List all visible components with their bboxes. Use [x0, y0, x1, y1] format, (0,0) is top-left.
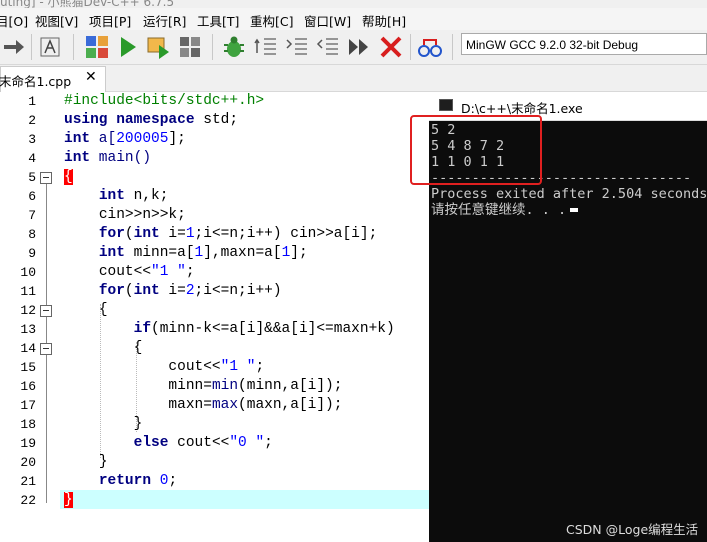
line-number: 9	[28, 246, 36, 261]
editor-tab-bar: 末命名1.cpp ✕	[0, 65, 707, 92]
toolbar-separator	[73, 34, 74, 60]
toggle-comment-icon[interactable]	[316, 35, 340, 59]
arrow-right-icon[interactable]	[2, 35, 26, 59]
menu-item-refactor[interactable]: 重构[C]	[250, 11, 293, 30]
menu-item-tools[interactable]: 工具[T]	[197, 11, 239, 30]
line-number: 15	[20, 360, 36, 375]
code-line-4: int main()	[64, 150, 152, 166]
menu-item-view[interactable]: 视图[V]	[35, 11, 78, 30]
code-line-21: return 0;	[98, 473, 178, 489]
unindent-icon[interactable]	[285, 35, 309, 59]
code-line-1: #include<bits/stdc++.h>	[64, 93, 265, 109]
fold-toggle-main[interactable]	[40, 172, 52, 184]
code-line-2: using namespace std;	[64, 112, 239, 128]
profile-icon[interactable]	[418, 35, 442, 59]
toolbar-separator	[452, 34, 453, 60]
debug-icon[interactable]	[222, 35, 246, 59]
window-titlebar: uting] - 小熊猫Dev-C++ 6.7.5	[0, 0, 707, 8]
line-number: 18	[20, 417, 36, 432]
run-icon[interactable]	[116, 35, 140, 59]
line-number: 7	[28, 208, 36, 223]
fold-toggle-if[interactable]	[40, 343, 52, 355]
line-number: 16	[20, 379, 36, 394]
indent-icon[interactable]	[254, 35, 278, 59]
code-line-17: maxn=max(maxn,a[i]);	[168, 397, 343, 413]
code-editor[interactable]: #include<bits/stdc++.h> using namespace …	[60, 92, 429, 542]
code-line-3: int a[200005];	[64, 131, 186, 147]
line-number: 17	[20, 398, 36, 413]
menu-item-project[interactable]: 项目[P]	[89, 11, 131, 30]
code-line-12: {	[98, 302, 108, 318]
code-line-9: int minn=a[1],maxn=a[1];	[98, 245, 308, 261]
console-line: Process exited after 2.504 seconds	[431, 186, 707, 202]
menu-item-window[interactable]: 窗口[W]	[304, 11, 351, 30]
menu-bar: 目[O] 视图[V] 项目[P] 运行[R] 工具[T] 重构[C] 窗口[W]…	[0, 8, 707, 30]
line-number-gutter: 1 2 3 4 5 6 7 8 9 10 11 12 13 14 15 16 1…	[0, 92, 60, 542]
code-line-7: cin>>n>>k;	[98, 207, 186, 223]
fold-toggle-for[interactable]	[40, 305, 52, 317]
line-number: 5	[28, 170, 36, 185]
compiler-select[interactable]: MinGW GCC 9.2.0 32-bit Debug	[461, 33, 707, 55]
line-number: 4	[28, 151, 36, 166]
tab-source-file[interactable]: 末命名1.cpp ✕	[0, 66, 106, 92]
code-line-5: {	[64, 169, 73, 185]
close-icon[interactable]: ✕	[85, 69, 97, 85]
line-number: 14	[20, 341, 36, 356]
rebuild-icon[interactable]	[178, 35, 202, 59]
step-icon[interactable]	[347, 35, 371, 59]
toolbar-separator	[212, 34, 213, 60]
line-number: 10	[20, 265, 36, 280]
line-number: 13	[20, 322, 36, 337]
stop-icon[interactable]	[379, 35, 403, 59]
code-line-22: }	[64, 492, 73, 508]
code-line-11: for(int i=2;i<=n;i++)	[98, 283, 282, 299]
code-line-14: {	[133, 340, 143, 356]
code-line-13: if(minn-k<=a[i]&&a[i]<=maxn+k)	[133, 321, 395, 337]
watermark: CSDN @Loge编程生活	[566, 522, 699, 537]
format-icon[interactable]	[38, 35, 62, 59]
console-app-icon	[439, 99, 453, 111]
menu-item-run[interactable]: 运行[R]	[143, 11, 186, 30]
tab-label: 末命名1.cpp	[0, 74, 72, 89]
code-line-18: }	[133, 416, 143, 432]
code-line-10: cout<<"1 ";	[98, 264, 195, 280]
line-number: 6	[28, 189, 36, 204]
line-number: 12	[20, 303, 36, 318]
code-line-20: }	[98, 454, 108, 470]
line-number: 21	[20, 474, 36, 489]
line-number: 19	[20, 436, 36, 451]
compile-icon[interactable]	[85, 35, 109, 59]
menu-item-0[interactable]: 目[O]	[0, 11, 28, 30]
window-title: uting] - 小熊猫Dev-C++ 6.7.5	[0, 0, 175, 8]
toolbar-separator	[31, 34, 32, 60]
output-highlight-box	[410, 115, 542, 185]
toolbar-separator	[410, 34, 411, 60]
console-cursor	[570, 208, 579, 212]
fold-line	[46, 355, 47, 503]
line-number: 8	[28, 227, 36, 242]
code-line-15: cout<<"1 ";	[168, 359, 265, 375]
current-line-highlight	[60, 490, 429, 509]
line-number: 22	[20, 493, 36, 508]
line-number: 11	[20, 284, 36, 299]
line-number: 3	[28, 132, 36, 147]
code-line-6: int n,k;	[98, 188, 169, 204]
line-number: 2	[28, 113, 36, 128]
line-number: 20	[20, 455, 36, 470]
code-line-8: for(int i=1;i<=n;i++) cin>>a[i];	[98, 226, 378, 242]
console-prompt: 请按任意键继续. . .	[431, 202, 567, 218]
line-number: 1	[28, 94, 36, 109]
fold-line	[46, 184, 47, 310]
menu-item-help[interactable]: 帮助[H]	[362, 11, 406, 30]
compile-run-icon[interactable]	[147, 35, 171, 59]
code-line-19: else cout<<"0 ";	[133, 435, 273, 451]
code-line-16: minn=min(minn,a[i]);	[168, 378, 343, 394]
console-prompt-line: 请按任意键继续. . .	[431, 202, 579, 218]
